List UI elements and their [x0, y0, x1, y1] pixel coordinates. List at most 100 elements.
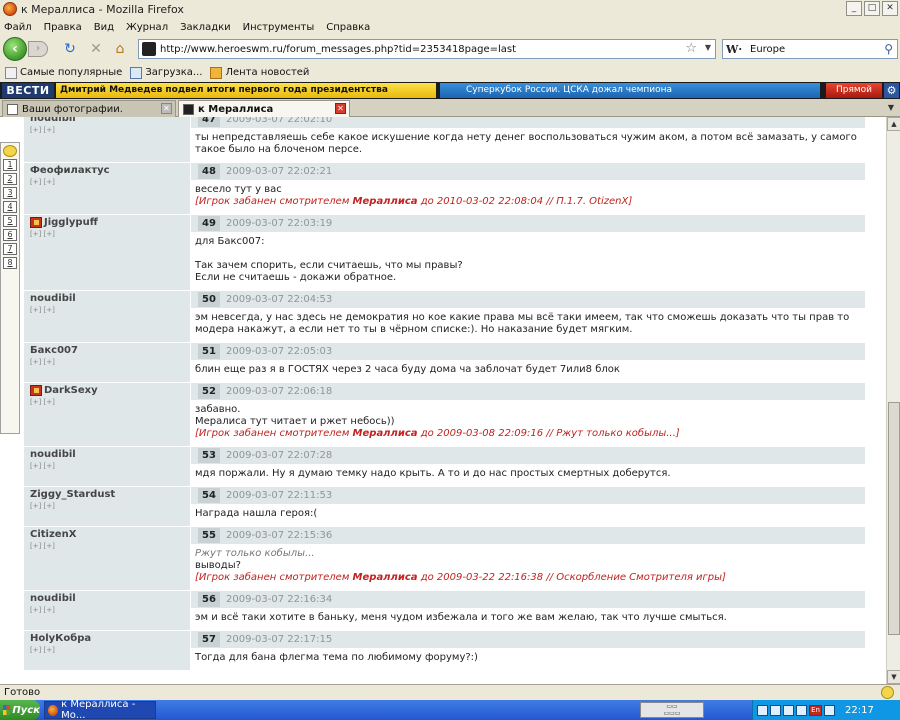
tray-volume-icon[interactable] [824, 704, 835, 716]
post-author[interactable]: Jigglypuff [30, 217, 186, 228]
post-author[interactable]: noudibil [30, 293, 186, 304]
maximize-button[interactable]: □ [864, 1, 880, 16]
post-author-name[interactable]: noudibil [30, 593, 76, 604]
post-author-links[interactable]: [+] [+] [30, 462, 186, 470]
post-author[interactable]: HolyКобра [30, 633, 186, 644]
post-number[interactable]: 49 [198, 216, 220, 231]
start-button[interactable]: Пуск [0, 700, 40, 720]
post-author[interactable]: noudibil [30, 449, 186, 460]
wikipedia-icon[interactable]: W· [726, 43, 744, 56]
ban-moderator-name[interactable]: Мераллиса [353, 196, 418, 207]
page-link[interactable]: 3 [3, 187, 17, 199]
page-link[interactable]: 8 [3, 257, 17, 269]
page-link[interactable]: 2 [3, 173, 17, 185]
post-number[interactable]: 55 [198, 528, 220, 543]
post-author-name[interactable]: Бакс007 [30, 345, 78, 356]
taskbar-firefox-window[interactable]: к Мераллиса - Мо... [44, 699, 156, 720]
bookmark-news-feed[interactable]: Лента новостей [210, 66, 309, 79]
post-author-links[interactable]: [+] [+] [30, 542, 186, 550]
post-author[interactable]: CitizenX [30, 529, 186, 540]
post-author-name[interactable]: noudibil [30, 293, 76, 304]
url-dropdown-icon[interactable]: ▼ [705, 43, 711, 52]
scroll-thumb[interactable] [888, 402, 900, 635]
vesti-live-button[interactable]: Прямой эфир [826, 83, 882, 110]
post-author-name[interactable]: HolyКобра [30, 633, 91, 644]
post-author-links[interactable]: [+] [+] [30, 398, 186, 406]
bookmark-loading[interactable]: Загрузка... [130, 66, 202, 79]
stop-icon[interactable]: ✕ [88, 41, 104, 57]
tray-security-icon[interactable] [796, 704, 807, 716]
menu-view[interactable]: Вид [94, 22, 114, 33]
menu-history[interactable]: Журнал [126, 22, 168, 33]
post-author-name[interactable]: Феофилактус [30, 165, 110, 176]
menu-bookmarks[interactable]: Закладки [180, 22, 231, 33]
post-author-name[interactable]: Ziggy_Stardust [30, 489, 115, 500]
page-link[interactable]: 5 [3, 215, 17, 227]
menu-file[interactable]: Файл [4, 22, 32, 33]
url-bar[interactable]: http://www.heroeswm.ru/forum_messages.ph… [138, 39, 716, 59]
page-link[interactable]: 7 [3, 243, 17, 255]
language-indicator[interactable]: En [809, 704, 822, 716]
scroll-up-button[interactable]: ▲ [887, 117, 900, 131]
post-number[interactable]: 52 [198, 384, 220, 399]
post-author-links[interactable]: [+] [+] [30, 502, 186, 510]
vesti-logo[interactable]: ВЕСТИ [2, 83, 54, 98]
tab-list-icon[interactable]: ▼ [884, 102, 898, 114]
tab-photos[interactable]: Ваши фотографии. ✕ [2, 100, 176, 117]
post-number[interactable]: 54 [198, 488, 220, 503]
scroll-down-button[interactable]: ▼ [887, 670, 900, 684]
post-author-links[interactable]: [+] [+] [30, 606, 186, 614]
home-icon[interactable]: ⌂ [112, 41, 128, 57]
toolbar-logo-icon[interactable]: ▭▭ ▭▭▭ [640, 702, 704, 718]
tray-app-icon[interactable] [783, 704, 794, 716]
post-author-links[interactable]: [+] [+] [30, 126, 186, 134]
search-input[interactable]: Europe [750, 44, 785, 55]
post-author[interactable]: Феофилактус [30, 165, 186, 176]
smiley-icon[interactable] [881, 686, 894, 699]
post-number[interactable]: 47 [198, 117, 220, 127]
post-author[interactable]: DarkSexy [30, 385, 186, 396]
tab-merallisa[interactable]: к Мераллиса ✕ [178, 100, 350, 117]
post-author-links[interactable]: [+] [+] [30, 646, 186, 654]
forward-button[interactable]: › [28, 41, 48, 57]
ban-moderator-name[interactable]: Мераллиса [353, 572, 418, 583]
tray-arrow-icon[interactable] [757, 704, 768, 716]
post-author-links[interactable]: [+] [+] [30, 358, 186, 366]
vertical-scrollbar[interactable]: ▲ ▼ [886, 117, 900, 684]
vesti-headline-sport[interactable]: Суперкубок России. ЦСКА дожал чемпиона [440, 83, 820, 98]
smiley-icon[interactable] [3, 145, 17, 157]
page-link[interactable]: 1 [3, 159, 17, 171]
post-number[interactable]: 53 [198, 448, 220, 463]
bookmark-most-visited[interactable]: Самые популярные [5, 66, 122, 79]
search-icon[interactable]: ⚲ [884, 42, 893, 56]
post-author-name[interactable]: Jigglypuff [44, 217, 98, 228]
tab-close-icon[interactable]: ✕ [161, 103, 172, 114]
post-number[interactable]: 57 [198, 632, 220, 647]
post-number[interactable]: 48 [198, 164, 220, 179]
close-button[interactable]: ✕ [882, 1, 898, 16]
url-text[interactable]: http://www.heroeswm.ru/forum_messages.ph… [160, 44, 516, 55]
minimize-button[interactable]: _ [846, 1, 862, 16]
clan-icon[interactable] [30, 217, 42, 228]
page-link[interactable]: 6 [3, 229, 17, 241]
post-author-links[interactable]: [+] [+] [30, 230, 186, 238]
clan-icon[interactable] [30, 385, 42, 396]
post-author[interactable]: Бакс007 [30, 345, 186, 356]
post-author[interactable]: Ziggy_Stardust [30, 489, 186, 500]
reload-icon[interactable]: ↻ [62, 41, 78, 57]
post-number[interactable]: 50 [198, 292, 220, 307]
back-button[interactable]: ‹ [3, 37, 27, 61]
post-author-links[interactable]: [+] [+] [30, 178, 186, 186]
post-author-name[interactable]: noudibil [30, 449, 76, 460]
menu-tools[interactable]: Инструменты [243, 22, 315, 33]
page-link[interactable]: 4 [3, 201, 17, 213]
bookmark-star-icon[interactable]: ☆ [685, 41, 697, 56]
vesti-headline-main[interactable]: Дмитрий Медведев подвел итоги первого го… [56, 83, 436, 98]
tab-close-icon[interactable]: ✕ [335, 103, 346, 114]
search-box[interactable]: W· Europe ⚲ [722, 39, 898, 59]
menu-edit[interactable]: Правка [44, 22, 82, 33]
post-number[interactable]: 56 [198, 592, 220, 607]
ban-moderator-name[interactable]: Мераллиса [353, 428, 418, 439]
post-author[interactable]: noudibil [30, 117, 186, 124]
post-author[interactable]: noudibil [30, 593, 186, 604]
